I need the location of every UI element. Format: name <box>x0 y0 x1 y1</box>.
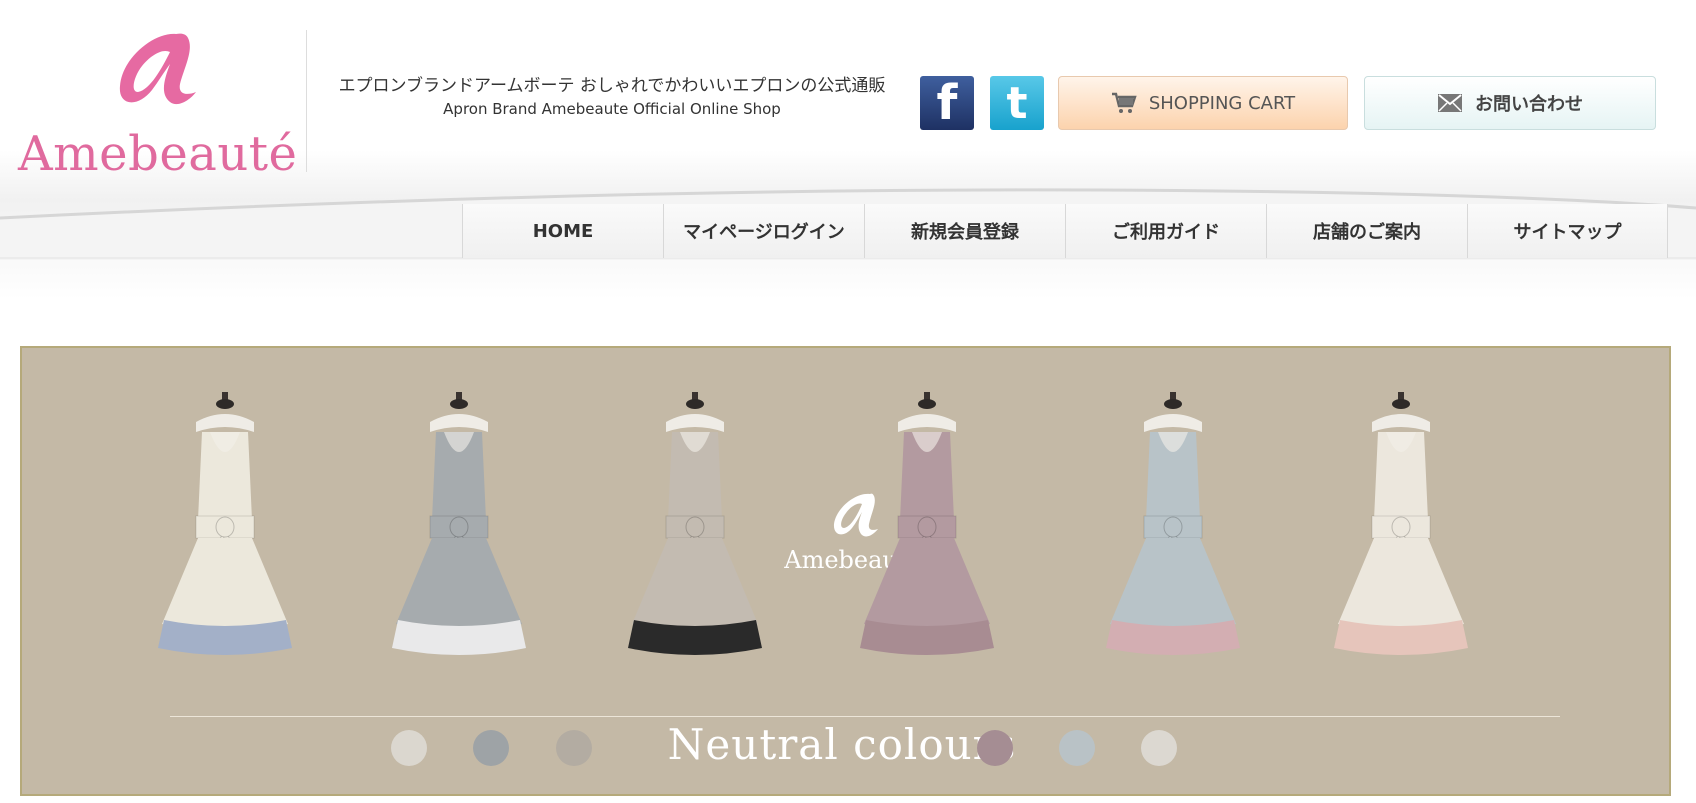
twitter-glyph: t <box>1006 77 1028 129</box>
logo-divider <box>306 30 307 172</box>
nav-item-register[interactable]: 新規会員登録 <box>864 204 1065 258</box>
color-swatch <box>391 730 427 766</box>
twitter-icon[interactable]: t <box>990 76 1044 130</box>
facebook-icon[interactable]: f <box>920 75 974 131</box>
cart-icon <box>1111 92 1137 113</box>
hero-banner[interactable]: Amebeauté Neutral colours <box>20 346 1671 796</box>
page: Amebeauté エプロンブランドアームボーテ おしゃれでかわいいエプロンの公… <box>0 0 1696 803</box>
mail-icon <box>1438 94 1462 112</box>
tagline-english: Apron Brand Amebeaute Official Online Sh… <box>443 100 781 118</box>
contact-label: お問い合わせ <box>1475 94 1583 115</box>
tagline: エプロンブランドアームボーテ おしゃれでかわいいエプロンの公式通販 Apron … <box>332 74 892 120</box>
color-swatch <box>473 730 509 766</box>
contact-button[interactable]: お問い合わせ <box>1364 76 1656 130</box>
shopping-cart-button[interactable]: SHOPPING CART <box>1058 76 1348 130</box>
color-swatch <box>1141 730 1177 766</box>
nav-item-home[interactable]: HOME <box>462 204 663 258</box>
apron-image <box>860 392 994 655</box>
apron-image <box>392 392 526 655</box>
tagline-japanese: エプロンブランドアームボーテ おしゃれでかわいいエプロンの公式通販 <box>338 76 886 96</box>
banner-divider-line <box>170 716 1560 717</box>
nav-item-store-info[interactable]: 店舗のご案内 <box>1266 204 1467 258</box>
apron-image <box>158 392 292 655</box>
nav-item-mypage-login[interactable]: マイページログイン <box>663 204 864 258</box>
nav-item-guide[interactable]: ご利用ガイド <box>1065 204 1266 258</box>
logo-text: Amebeauté <box>18 126 298 182</box>
color-swatch <box>977 730 1013 766</box>
apron-image <box>1334 392 1468 655</box>
nav-item-sitemap[interactable]: サイトマップ <box>1467 204 1668 258</box>
logo-mark-icon <box>119 33 196 105</box>
color-swatch <box>556 730 592 766</box>
shopping-cart-label: SHOPPING CART <box>1148 92 1296 114</box>
color-swatch <box>1059 730 1095 766</box>
facebook-glyph: f <box>936 75 958 131</box>
apron-image <box>1106 392 1240 655</box>
apron-image <box>628 392 762 655</box>
main-nav: HOME マイページログイン 新規会員登録 ご利用ガイド 店舗のご案内 サイトマ… <box>462 204 1668 258</box>
brand-logo[interactable]: Amebeauté <box>14 28 297 182</box>
